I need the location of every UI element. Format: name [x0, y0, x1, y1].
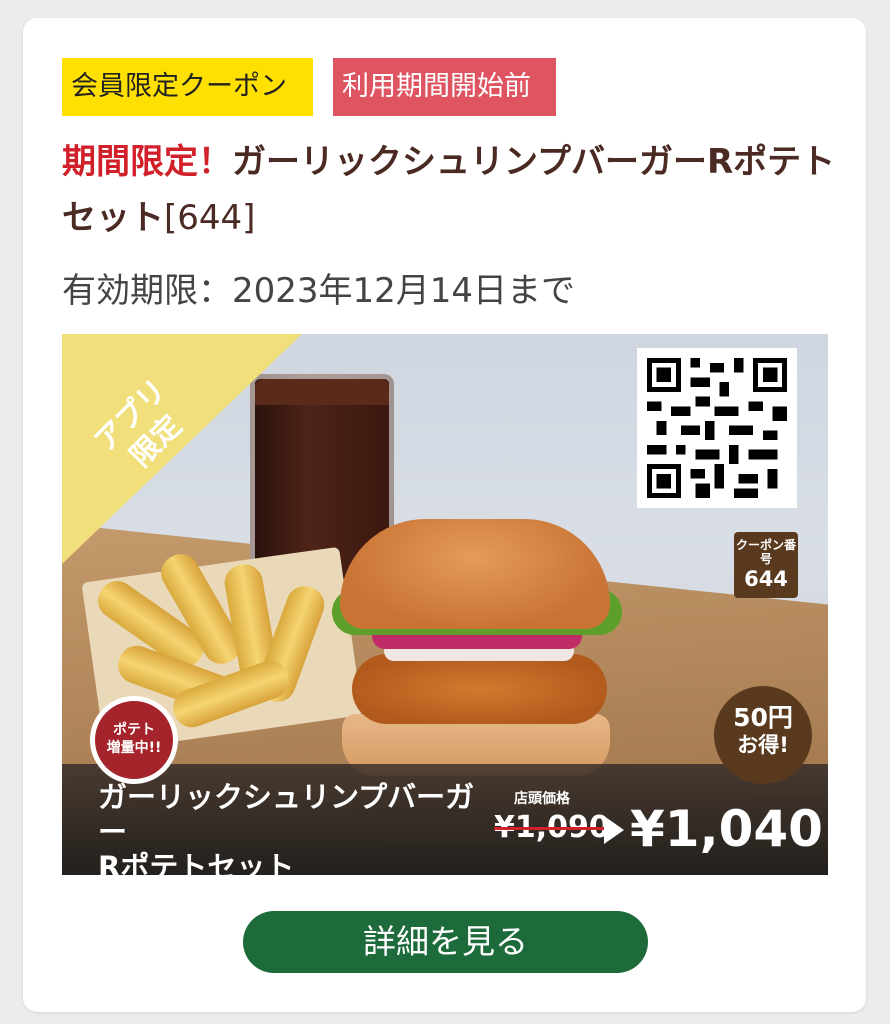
- member-only-badge: 会員限定クーポン: [62, 58, 313, 116]
- qr-code-icon: [647, 358, 787, 498]
- coupon-number: 644: [744, 567, 788, 591]
- savings-badge: 50円 お得!: [714, 686, 812, 784]
- limited-time-label: 期間限定！: [62, 142, 232, 182]
- new-price: ¥1,040: [630, 800, 823, 858]
- qr-code: [637, 348, 797, 508]
- coupon-number-label: クーポン番号: [735, 538, 796, 566]
- price-arrow-icon: [604, 816, 624, 844]
- old-price: ¥1,090: [494, 810, 610, 845]
- coupon-card: 会員限定クーポン 利用期間開始前 期間限定！ガーリックシュリンプバーガーRポテト…: [23, 18, 866, 1012]
- before-period-badge: 利用期間開始前: [333, 58, 556, 116]
- coupon-code: [644]: [164, 198, 256, 238]
- potato-increase-badge: ポテト 増量中!!: [90, 696, 178, 784]
- banner-product-name: ガーリックシュリンプバーガー Rポテトセット: [98, 780, 475, 875]
- coupon-title: 期間限定！ガーリックシュリンプバーガーRポテトセット[644]: [62, 134, 842, 246]
- shrimp-burger-image: [332, 519, 622, 779]
- expiry-date: 有効期限：2023年12月14日まで: [62, 271, 576, 311]
- view-details-button[interactable]: 詳細を見る: [243, 911, 648, 973]
- coupon-banner-image: アプリ 限定 クーポン番号 644 50円 お得! ポテト 増量中!! ガーリッ…: [62, 334, 828, 875]
- coupon-number-box: クーポン番号 644: [734, 532, 798, 598]
